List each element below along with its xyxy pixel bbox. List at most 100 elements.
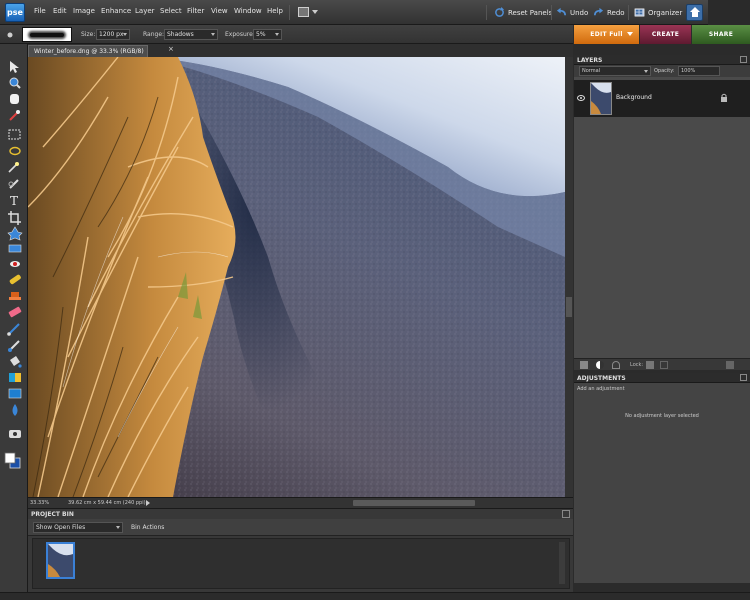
hand-icon[interactable] — [10, 94, 19, 104]
lock-icon — [721, 93, 727, 102]
red-eye-icon[interactable] — [10, 261, 20, 267]
undo-button[interactable]: Undo — [556, 6, 588, 19]
share-tab[interactable]: SHARE — [692, 25, 750, 44]
horizontal-scrollbar[interactable] — [353, 500, 475, 506]
blend-mode-select[interactable]: Normal — [579, 66, 651, 76]
clone-stamp-icon[interactable] — [9, 292, 21, 300]
edit-full-label: EDIT Full — [590, 31, 623, 38]
sponge-icon[interactable] — [9, 430, 21, 438]
cookie-cutter-icon[interactable] — [7, 226, 23, 241]
menu-view[interactable]: View — [211, 7, 228, 15]
straighten-icon[interactable] — [8, 244, 22, 253]
blur-icon[interactable] — [12, 404, 18, 416]
menu-layer[interactable]: Layer — [135, 7, 155, 15]
lasso-icon[interactable] — [9, 146, 21, 156]
smart-brush-icon[interactable] — [8, 340, 20, 352]
status-menu-icon[interactable] — [146, 500, 150, 506]
size-label: Size: — [81, 31, 96, 38]
panel-menu-icon[interactable] — [562, 510, 570, 518]
home-icon[interactable] — [686, 4, 703, 21]
app-logo: pse — [5, 3, 25, 22]
panel-menu-icon[interactable] — [740, 374, 747, 381]
adjustments-title: ADJUSTMENTS — [577, 375, 626, 382]
menu-separator — [289, 5, 290, 20]
brush-icon[interactable] — [7, 323, 20, 336]
reset-icon — [495, 7, 505, 17]
move-icon[interactable] — [10, 61, 19, 73]
reset-panels-button[interactable]: Reset Panels — [494, 6, 552, 19]
link-icon[interactable] — [612, 361, 620, 369]
eraser-icon[interactable] — [8, 306, 22, 318]
undo-label: Undo — [570, 8, 589, 17]
create-tab[interactable]: CREATE — [640, 25, 691, 44]
lock-label: Lock: — [630, 362, 644, 368]
opacity-label: Opacity: — [654, 68, 675, 74]
bin-actions-menu[interactable]: Bin Actions — [131, 524, 164, 531]
size-field[interactable]: 1200 px — [96, 29, 130, 40]
zoom-icon[interactable] — [9, 77, 21, 89]
organizer-button[interactable]: Organizer — [634, 6, 682, 19]
burn-tool-icon — [7, 32, 13, 38]
menu-edit[interactable]: Edit — [53, 7, 67, 15]
document-dimensions: 39.62 cm x 59.44 cm (240 ppi) — [68, 500, 146, 506]
menu-bar: pse File Edit Image Enhance Layer Select… — [0, 0, 750, 25]
chevron-down-icon — [627, 32, 633, 36]
lock-transparency-icon[interactable] — [646, 361, 654, 369]
brush-preview[interactable] — [22, 27, 72, 42]
trash-icon[interactable] — [726, 361, 734, 369]
layer-name: Background — [616, 94, 652, 101]
redo-button[interactable]: Redo — [593, 6, 625, 19]
paint-bucket-icon[interactable] — [10, 356, 22, 368]
lock-all-icon[interactable] — [660, 361, 668, 369]
layer-thumbnail — [590, 82, 612, 115]
range-value: Shadows — [167, 31, 194, 38]
no-adjustment-message: No adjustment layer selected — [625, 413, 699, 419]
quick-selection-icon[interactable] — [8, 179, 19, 189]
blend-mode-value: Normal — [582, 68, 601, 74]
edit-full-tab[interactable]: EDIT Full — [574, 25, 639, 44]
window-controls — [708, 0, 750, 25]
type-icon[interactable]: T — [10, 194, 18, 208]
project-bin-thumbnails — [32, 538, 570, 589]
new-layer-icon[interactable] — [580, 361, 588, 369]
menu-help[interactable]: Help — [267, 7, 283, 15]
project-bin: PROJECT BIN Show Open Files Bin Actions — [28, 508, 573, 592]
opacity-field[interactable]: 100% — [678, 66, 720, 76]
magic-wand-icon[interactable] — [8, 162, 19, 173]
exposure-field[interactable]: 5% — [253, 29, 282, 40]
open-file-thumbnail[interactable] — [46, 542, 75, 579]
shape-icon[interactable] — [8, 388, 22, 399]
color-swatch-icon[interactable] — [4, 452, 21, 469]
menu-filter[interactable]: Filter — [187, 7, 204, 15]
vertical-scrollbar[interactable] — [565, 57, 573, 497]
close-icon[interactable]: × — [168, 45, 174, 53]
layer-row-background[interactable]: Background — [574, 80, 750, 117]
menu-window[interactable]: Window — [234, 7, 262, 15]
arrange-documents-button[interactable] — [296, 5, 320, 20]
show-files-select[interactable]: Show Open Files — [33, 522, 123, 533]
menu-enhance[interactable]: Enhance — [101, 7, 131, 15]
redo-icon — [594, 7, 604, 16]
size-value: 1200 px — [99, 31, 124, 38]
menu-file[interactable]: File — [34, 7, 46, 15]
organizer-label: Organizer — [648, 8, 683, 17]
gradient-icon[interactable] — [9, 373, 21, 382]
panel-menu-icon[interactable] — [740, 56, 747, 63]
range-select[interactable]: Shadows — [164, 29, 218, 40]
project-bin-scrollbar[interactable] — [559, 542, 565, 584]
document-tab[interactable]: Winter_before.dng @ 33.3% (RGB/8) * — [28, 45, 148, 66]
menu-image[interactable]: Image — [73, 7, 95, 15]
adjustment-layer-icon[interactable] — [596, 361, 604, 369]
adjustments-panel: Add an adjustment No adjustment layer se… — [574, 383, 750, 583]
layers-panel: Normal Opacity: 100% Background — [574, 65, 750, 359]
crop-icon[interactable] — [8, 211, 21, 225]
opacity-value: 100% — [681, 68, 696, 74]
healing-brush-icon[interactable] — [9, 274, 22, 285]
marquee-icon[interactable] — [8, 129, 21, 140]
eyedropper-icon[interactable] — [9, 110, 20, 121]
reset-panels-label: Reset Panels — [508, 8, 553, 17]
status-bar: 33.33% 39.62 cm x 59.44 cm (240 ppi) — [28, 497, 573, 508]
visibility-eye-icon[interactable] — [577, 95, 585, 101]
menu-select[interactable]: Select — [160, 7, 182, 15]
image-canvas[interactable] — [28, 57, 565, 497]
